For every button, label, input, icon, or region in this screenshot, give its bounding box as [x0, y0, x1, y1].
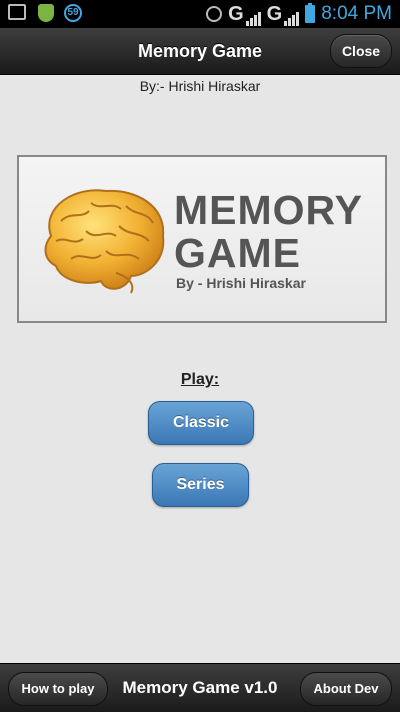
status-time: 8:04 PM — [321, 3, 392, 24]
series-button[interactable]: Series — [152, 463, 249, 507]
author-byline: By:- Hrishi Hiraskar — [139, 78, 261, 94]
game-banner: MEMORY GAME By - Hrishi Hiraskar — [17, 155, 387, 323]
header-bar: Memory Game Close — [0, 28, 400, 75]
close-button[interactable]: Close — [330, 34, 392, 68]
alarm-icon — [206, 6, 223, 22]
classic-button[interactable]: Classic — [148, 401, 254, 445]
battery-icon — [305, 3, 316, 23]
signal-icon: G — [228, 3, 261, 26]
how-to-play-button[interactable]: How to play — [8, 672, 108, 706]
banner-title-line2: GAME — [174, 230, 301, 276]
banner-title: MEMORY GAME — [174, 189, 379, 275]
footer-bar: How to play Memory Game v1.0 About Dev — [0, 663, 400, 712]
network-type-2: G — [266, 2, 283, 25]
banner-title-line1: MEMORY — [174, 187, 363, 233]
signal-icon-2: G — [267, 3, 300, 26]
about-dev-button[interactable]: About Dev — [300, 672, 392, 706]
status-bar: 59 G G 8:04 PM — [0, 0, 400, 28]
shield-icon — [38, 4, 54, 22]
banner-author: By - Hrishi Hiraskar — [176, 275, 306, 291]
network-type-1: G — [228, 2, 244, 25]
play-label: Play: — [180, 371, 220, 388]
footer-title: Memory Game v1.0 — [122, 678, 278, 697]
gallery-icon — [8, 4, 26, 20]
notification-count-badge: 59 — [64, 4, 82, 22]
brain-icon — [44, 189, 165, 294]
